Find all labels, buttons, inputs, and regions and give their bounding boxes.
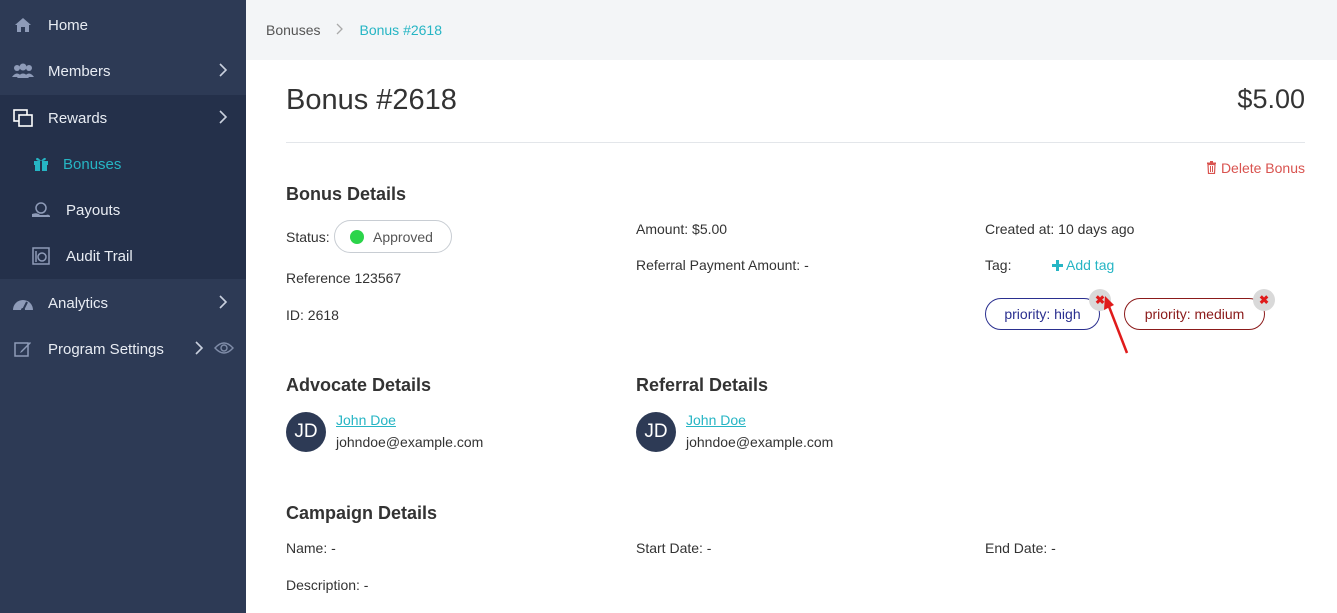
sidebar-item-label: Payouts xyxy=(66,201,121,219)
sidebar-item-analytics[interactable]: Analytics xyxy=(0,280,246,326)
created-at-text: Created at: 10 days ago xyxy=(985,221,1135,237)
tag-label: priority: high xyxy=(1004,306,1081,322)
home-icon xyxy=(12,15,34,35)
sidebar-item-label: Members xyxy=(48,62,111,80)
tag-label: priority: medium xyxy=(1144,306,1245,322)
trash-icon xyxy=(1206,161,1216,175)
users-icon xyxy=(12,61,34,81)
chevron-right-icon xyxy=(219,293,228,314)
amount-text: Amount: $5.00 xyxy=(636,221,728,237)
add-tag-button[interactable]: Add tag xyxy=(1052,257,1114,273)
campaign-details-heading: Campaign Details xyxy=(286,503,438,523)
tag-priority-medium[interactable]: priority: medium xyxy=(1124,298,1265,330)
sidebar-item-home[interactable]: Home xyxy=(0,2,246,48)
status-dot-icon xyxy=(350,229,364,244)
gift-icon xyxy=(30,154,52,174)
remove-tag-medium-button[interactable]: ✖ xyxy=(1253,289,1275,311)
divider xyxy=(286,142,1305,143)
bonus-details-heading: Bonus Details xyxy=(286,184,407,204)
breadcrumb-bonuses-link[interactable]: Bonuses xyxy=(266,22,320,38)
tag-priority-high[interactable]: priority: high xyxy=(985,298,1100,330)
delete-bonus-button[interactable]: Delete Bonus xyxy=(1206,160,1305,176)
sidebar-item-bonuses[interactable]: Bonuses xyxy=(0,141,246,187)
delete-bonus-label: Delete Bonus xyxy=(1220,160,1305,176)
referral-details-heading: Referral Details xyxy=(636,375,769,395)
rewards-icon xyxy=(12,108,34,128)
audit-icon xyxy=(30,246,52,266)
sidebar-item-label: Analytics xyxy=(48,294,109,312)
sidebar-item-label: Audit Trail xyxy=(66,247,133,265)
id-text: ID: 2618 xyxy=(286,307,339,323)
chevron-right-icon xyxy=(219,108,228,129)
avatar: JD xyxy=(636,412,676,452)
status-value: Approved xyxy=(373,228,433,245)
chevron-right-icon xyxy=(336,22,344,38)
campaign-end-date-text: End Date: - xyxy=(985,540,1056,556)
plus-icon xyxy=(1052,260,1063,271)
breadcrumb: Bonuses Bonus #2618 xyxy=(246,0,1337,60)
tag-label: Tag: xyxy=(985,257,1012,273)
bonus-amount: $5.00 xyxy=(1237,84,1305,114)
status-label: Status: xyxy=(286,229,330,245)
analytics-icon xyxy=(12,293,34,313)
sidebar-item-label: Home xyxy=(48,16,89,34)
advocate-details-heading: Advocate Details xyxy=(286,375,432,395)
avatar: JD xyxy=(286,412,326,452)
sidebar-item-audit-trail[interactable]: Audit Trail xyxy=(0,233,246,279)
breadcrumb-current: Bonus #2618 xyxy=(359,22,443,38)
sidebar-item-rewards[interactable]: Rewards xyxy=(0,95,246,141)
sidebar-item-payouts[interactable]: Payouts xyxy=(0,187,246,233)
sidebar-item-program-settings[interactable]: Program Settings xyxy=(0,326,246,372)
page-title: Bonus #2618 xyxy=(286,84,457,116)
sidebar-item-members[interactable]: Members xyxy=(0,48,246,94)
advocate-email: johndoe@example.com xyxy=(336,434,484,450)
eye-icon[interactable] xyxy=(214,341,234,360)
sidebar-item-label: Bonuses xyxy=(63,155,122,173)
sidebar-item-label: Program Settings xyxy=(48,340,164,358)
edit-icon xyxy=(12,339,34,359)
reference-text: Reference 123567 xyxy=(286,270,402,286)
campaign-name-text: Name: - xyxy=(286,540,336,556)
sidebar-item-label: Rewards xyxy=(48,109,108,127)
referral-payment-text: Referral Payment Amount: - xyxy=(636,257,809,273)
referral-email: johndoe@example.com xyxy=(686,434,834,450)
campaign-description-text: Description: - xyxy=(286,577,369,593)
advocate-name-link[interactable]: John Doe xyxy=(336,412,396,428)
close-icon: ✖ xyxy=(1258,293,1270,307)
chevron-right-icon xyxy=(195,339,204,360)
campaign-start-date-text: Start Date: - xyxy=(636,540,712,556)
chevron-right-icon xyxy=(219,61,228,82)
payouts-icon xyxy=(30,200,52,220)
annotation-arrow-icon xyxy=(1104,296,1129,354)
add-tag-label: Add tag xyxy=(1066,257,1115,273)
status-badge: Approved xyxy=(334,220,452,253)
referral-name-link[interactable]: John Doe xyxy=(686,412,746,428)
sidebar: Home Members Rewards Bonuses Payouts Aud… xyxy=(0,0,246,613)
